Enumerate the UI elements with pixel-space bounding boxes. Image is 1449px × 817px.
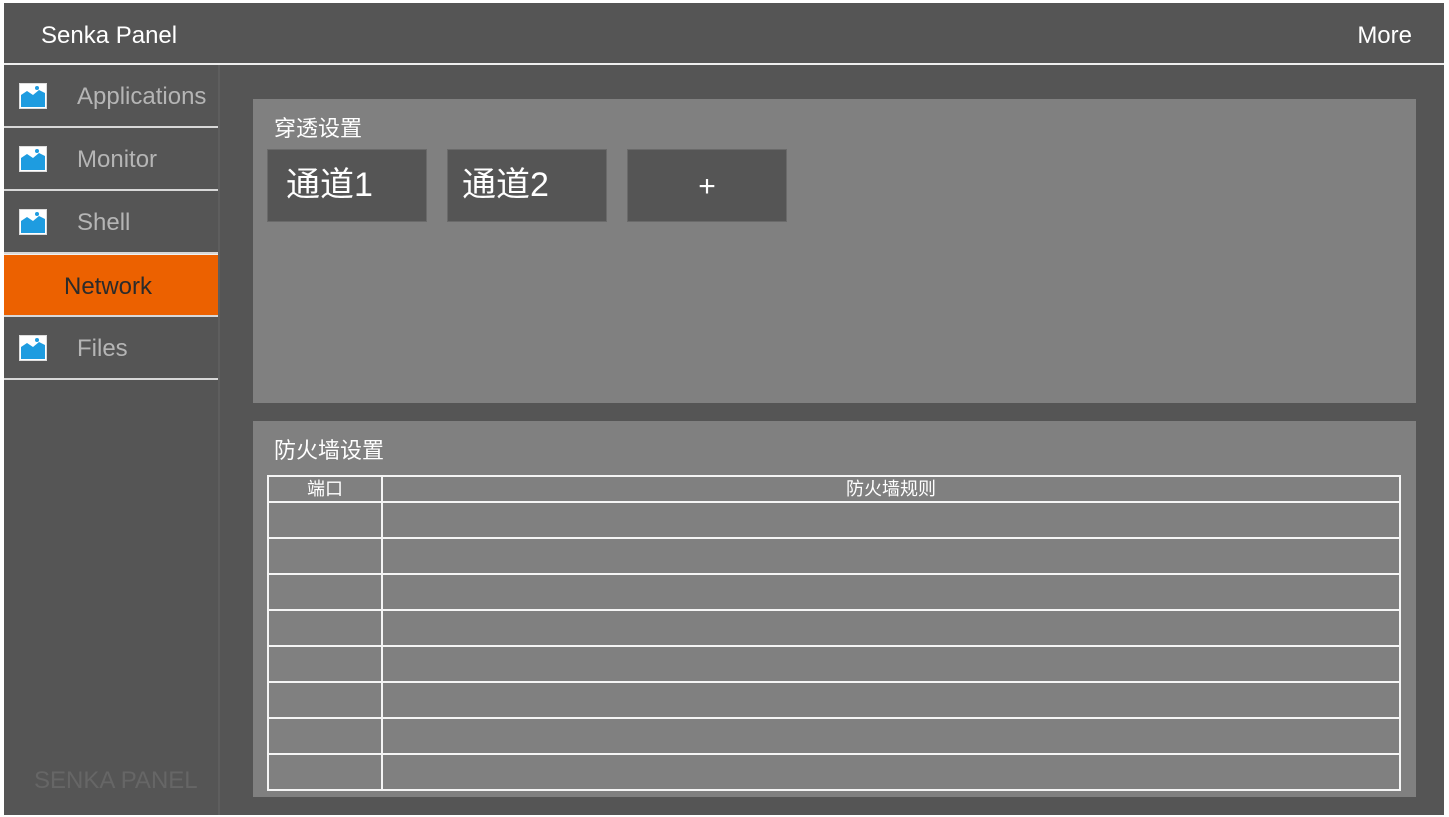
table-row[interactable] — [267, 609, 1401, 647]
channel-label: 通道1 — [286, 166, 373, 204]
column-header-rule: 防火墙规则 — [381, 475, 1401, 503]
channel-2-button[interactable]: 通道2 — [447, 149, 607, 222]
rule-cell[interactable] — [381, 537, 1401, 575]
sidebar: Applications Monitor Shell Network Files… — [4, 65, 220, 815]
table-row[interactable] — [267, 717, 1401, 755]
rule-cell[interactable] — [381, 645, 1401, 683]
table-row[interactable] — [267, 645, 1401, 683]
table-row[interactable] — [267, 573, 1401, 611]
port-cell[interactable] — [267, 681, 383, 719]
rule-cell[interactable] — [381, 501, 1401, 539]
more-button[interactable]: More — [1357, 22, 1412, 50]
plus-icon: + — [698, 170, 716, 203]
app-title: Senka Panel — [41, 22, 178, 49]
sidebar-item-label: Network — [64, 273, 153, 300]
image-icon — [19, 335, 47, 361]
port-cell[interactable] — [267, 573, 383, 611]
sidebar-item-label: Files — [77, 335, 128, 362]
panel-title: 穿透设置 — [274, 116, 363, 141]
sidebar-brand: SENKA PANEL — [34, 767, 198, 794]
sidebar-item-files[interactable]: Files — [4, 317, 218, 380]
table-row[interactable] — [267, 681, 1401, 719]
sidebar-item-label: Monitor — [77, 146, 158, 173]
port-cell[interactable] — [267, 645, 383, 683]
app-window: Senka Panel More Applications Monitor Sh… — [4, 3, 1444, 815]
sidebar-item-monitor[interactable]: Monitor — [4, 128, 218, 191]
column-header-port: 端口 — [267, 475, 383, 503]
port-cell[interactable] — [267, 537, 383, 575]
panel-title: 防火墙设置 — [274, 438, 385, 463]
rule-cell[interactable] — [381, 573, 1401, 611]
rule-cell[interactable] — [381, 753, 1401, 791]
image-icon — [19, 146, 47, 172]
channel-1-button[interactable]: 通道1 — [267, 149, 427, 222]
top-bar: Senka Panel More — [4, 3, 1444, 65]
add-channel-button[interactable]: + — [627, 149, 787, 222]
table-header-row: 端口 防火墙规则 — [267, 475, 1401, 503]
port-cell[interactable] — [267, 609, 383, 647]
sidebar-item-label: Shell — [77, 209, 131, 236]
tunnel-settings-panel: 穿透设置 通道1 通道2 + — [253, 99, 1416, 403]
sidebar-item-label: Applications — [77, 83, 207, 110]
sidebar-item-shell[interactable]: Shell — [4, 191, 218, 254]
rule-cell[interactable] — [381, 681, 1401, 719]
port-cell[interactable] — [267, 753, 383, 791]
channel-label: 通道2 — [462, 166, 549, 204]
image-icon — [19, 83, 47, 109]
sidebar-item-network[interactable]: Network — [4, 254, 218, 317]
firewall-settings-panel: 防火墙设置 端口 防火墙规则 — [253, 421, 1416, 797]
rule-cell[interactable] — [381, 717, 1401, 755]
port-cell[interactable] — [267, 717, 383, 755]
table-row[interactable] — [267, 537, 1401, 575]
firewall-table: 端口 防火墙规则 — [267, 475, 1401, 791]
rule-cell[interactable] — [381, 609, 1401, 647]
table-row[interactable] — [267, 753, 1401, 791]
port-cell[interactable] — [267, 501, 383, 539]
image-icon — [19, 209, 47, 235]
sidebar-item-applications[interactable]: Applications — [4, 65, 218, 128]
table-row[interactable] — [267, 501, 1401, 539]
